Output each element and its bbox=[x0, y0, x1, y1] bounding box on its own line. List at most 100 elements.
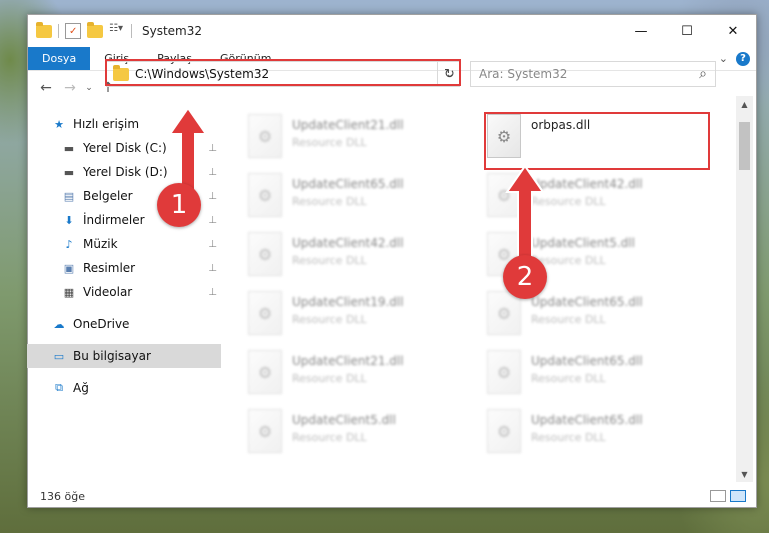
list-item[interactable]: ⚙ UpdateClient19.dll Resource DLL bbox=[248, 291, 478, 343]
file-name: UpdateClient65.dll bbox=[292, 177, 404, 191]
view-toggles bbox=[710, 490, 756, 502]
file-meta: UpdateClient42.dll Resource DLL bbox=[531, 173, 643, 208]
file-name: UpdateClient65.dll bbox=[531, 354, 643, 368]
pin-icon: ⊥ bbox=[208, 214, 217, 226]
pin-icon: ⊥ bbox=[208, 142, 217, 154]
gears-icon: ⚙ bbox=[487, 350, 521, 394]
list-item[interactable]: ⚙ UpdateClient65.dll Resource DLL bbox=[487, 409, 717, 461]
file-type: Resource DLL bbox=[531, 372, 606, 385]
music-icon: ♪ bbox=[65, 237, 73, 251]
maximize-button[interactable]: ☐ bbox=[664, 15, 710, 47]
list-item[interactable]: ⚙ UpdateClient5.dll Resource DLL bbox=[248, 409, 478, 461]
status-bar: 136 öğe bbox=[28, 485, 756, 507]
scroll-thumb[interactable] bbox=[739, 122, 750, 170]
sidebar-item[interactable]: ⧉ Ağ bbox=[27, 376, 221, 400]
file-meta: orbpas.dll bbox=[531, 114, 590, 136]
file-meta: UpdateClient21.dll Resource DLL bbox=[292, 114, 404, 149]
recent-locations-button[interactable]: ⌄ bbox=[82, 83, 96, 93]
gears-icon: ⚙ bbox=[248, 232, 282, 276]
gears-icon: ⚙ bbox=[248, 409, 282, 453]
scroll-down-icon[interactable]: ▼ bbox=[736, 466, 753, 482]
search-placeholder: Ara: System32 bbox=[479, 67, 568, 81]
scroll-up-icon[interactable]: ▲ bbox=[736, 96, 753, 112]
sidebar-item-label: OneDrive bbox=[73, 317, 130, 331]
list-item[interactable]: ⚙ UpdateClient21.dll Resource DLL bbox=[248, 350, 478, 402]
refresh-button[interactable]: ↻ bbox=[437, 61, 461, 87]
file-meta: UpdateClient5.dll Resource DLL bbox=[292, 409, 396, 444]
new-folder-icon[interactable] bbox=[87, 21, 103, 38]
separator bbox=[131, 24, 132, 38]
videos-icon: ▦ bbox=[63, 285, 75, 299]
gears-icon: ⚙ bbox=[248, 350, 282, 394]
minimize-button[interactable]: — bbox=[618, 15, 664, 47]
target-dll-file[interactable]: ⚙ orbpas.dll bbox=[487, 114, 717, 166]
sidebar-item-label: Ağ bbox=[73, 381, 89, 395]
file-name: UpdateClient5.dll bbox=[531, 236, 635, 250]
file-type: Resource DLL bbox=[292, 313, 367, 326]
file-type: Resource DLL bbox=[292, 136, 367, 149]
list-item[interactable]: ⚙ UpdateClient65.dll Resource DLL bbox=[248, 173, 478, 225]
back-button[interactable]: ← bbox=[34, 80, 58, 96]
pin-icon: ⊥ bbox=[208, 286, 217, 298]
sidebar-item[interactable]: ▦ Videolar ⊥ bbox=[27, 280, 221, 304]
file-type: Resource DLL bbox=[531, 195, 606, 208]
window-controls: — ☐ ✕ bbox=[618, 15, 756, 47]
expand-ribbon-icon[interactable]: ⌄ bbox=[719, 52, 728, 65]
drive-icon: ▬ bbox=[63, 141, 75, 155]
gears-icon: ⚙ bbox=[487, 114, 521, 158]
file-type: Resource DLL bbox=[292, 254, 367, 267]
sidebar-item-label: Resimler bbox=[83, 261, 136, 275]
help-icon[interactable]: ? bbox=[736, 51, 750, 66]
pin-icon: ⊥ bbox=[208, 238, 217, 250]
file-name: UpdateClient65.dll bbox=[531, 413, 643, 427]
ribbon-right: ⌄ ? bbox=[719, 47, 756, 70]
list-item[interactable]: ⚙ UpdateClient65.dll Resource DLL bbox=[487, 350, 717, 402]
step-2-badge: 2 bbox=[503, 255, 547, 299]
list-item[interactable]: ⚙ UpdateClient42.dll Resource DLL bbox=[248, 232, 478, 284]
search-input[interactable]: Ara: System32 ⌕ bbox=[470, 61, 716, 87]
star-icon: ★ bbox=[54, 117, 64, 131]
file-type: Resource DLL bbox=[292, 195, 367, 208]
list-item[interactable]: ⚙ UpdateClient21.dll Resource DLL bbox=[248, 114, 478, 166]
folder-icon bbox=[113, 64, 129, 81]
address-bar[interactable]: C:\Windows\System32 ⌄ bbox=[106, 61, 460, 87]
sidebar-item-label: Yerel Disk (C:) bbox=[83, 141, 167, 155]
file-type: Resource DLL bbox=[292, 372, 367, 385]
tiles-view-icon[interactable] bbox=[730, 490, 746, 502]
file-meta: UpdateClient5.dll Resource DLL bbox=[531, 232, 635, 267]
sidebar-item[interactable]: ▭ Bu bilgisayar bbox=[27, 344, 221, 368]
file-type: Resource DLL bbox=[292, 431, 367, 444]
file-meta: UpdateClient21.dll Resource DLL bbox=[292, 350, 404, 385]
folder-icon bbox=[36, 21, 52, 38]
sidebar-item[interactable]: ▣ Resimler ⊥ bbox=[27, 256, 221, 280]
sidebar-item-label: İndirmeler bbox=[83, 213, 145, 227]
gears-icon: ⚙ bbox=[248, 291, 282, 335]
file-name: UpdateClient21.dll bbox=[292, 118, 404, 132]
gears-icon: ⚙ bbox=[248, 114, 282, 158]
file-meta: UpdateClient19.dll Resource DLL bbox=[292, 291, 404, 326]
vertical-scrollbar[interactable]: ▲ ▼ bbox=[736, 96, 753, 482]
documents-icon: ▤ bbox=[63, 189, 75, 203]
window-title: System32 bbox=[142, 24, 203, 38]
pictures-icon: ▣ bbox=[63, 261, 75, 275]
close-button[interactable]: ✕ bbox=[710, 15, 756, 47]
sidebar-item[interactable]: ♪ Müzik ⊥ bbox=[27, 232, 221, 256]
file-meta: UpdateClient65.dll Resource DLL bbox=[531, 409, 643, 444]
customize-icon[interactable]: ☷▾ bbox=[109, 23, 125, 39]
sidebar-item[interactable]: ☁ OneDrive bbox=[27, 312, 221, 336]
properties-icon[interactable]: ✓ bbox=[65, 23, 81, 39]
search-icon: ⌕ bbox=[699, 66, 707, 82]
address-path[interactable]: C:\Windows\System32 bbox=[135, 67, 441, 81]
pin-icon: ⊥ bbox=[208, 190, 217, 202]
pin-icon: ⊥ bbox=[208, 262, 217, 274]
file-type: Resource DLL bbox=[531, 431, 606, 444]
pin-icon: ⊥ bbox=[208, 166, 217, 178]
step-1-badge: 1 bbox=[157, 183, 201, 227]
forward-button[interactable]: → bbox=[58, 80, 82, 96]
file-meta: UpdateClient65.dll Resource DLL bbox=[531, 350, 643, 385]
sidebar-item-label: Müzik bbox=[83, 237, 118, 251]
file-type: Resource DLL bbox=[531, 254, 606, 267]
tab-file[interactable]: Dosya bbox=[28, 47, 91, 70]
details-view-icon[interactable] bbox=[710, 490, 726, 502]
downloads-icon: ⬇ bbox=[64, 213, 74, 227]
